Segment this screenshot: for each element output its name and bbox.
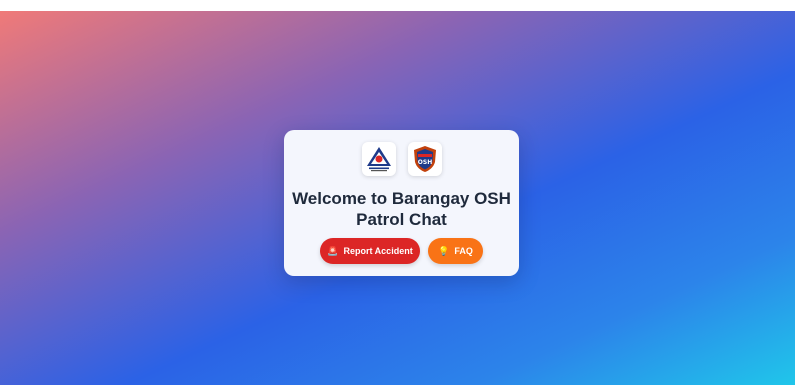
faq-label: FAQ [454,246,473,256]
osh-patrol-logo: OSH [407,142,442,176]
report-accident-button[interactable]: 🚨 Report Accident [320,238,420,264]
dole-seal-logo [361,142,396,176]
siren-icon: 🚨 [327,245,339,256]
welcome-title: Welcome to Barangay OSH Patrol Chat [292,189,511,229]
faq-button[interactable]: 💡 FAQ [428,238,483,264]
lightbulb-icon: 💡 [438,245,450,256]
report-accident-label: Report Accident [343,246,413,256]
dole-seal-icon [366,147,391,172]
welcome-card: OSH Welcome to Barangay OSH Patrol Chat … [284,130,519,276]
window-top-strip [0,0,795,11]
osh-patrol-badge-icon: OSH [413,146,436,172]
svg-text:OSH: OSH [417,159,431,166]
action-buttons: 🚨 Report Accident 💡 FAQ [284,238,519,264]
logo-row: OSH [284,142,519,176]
